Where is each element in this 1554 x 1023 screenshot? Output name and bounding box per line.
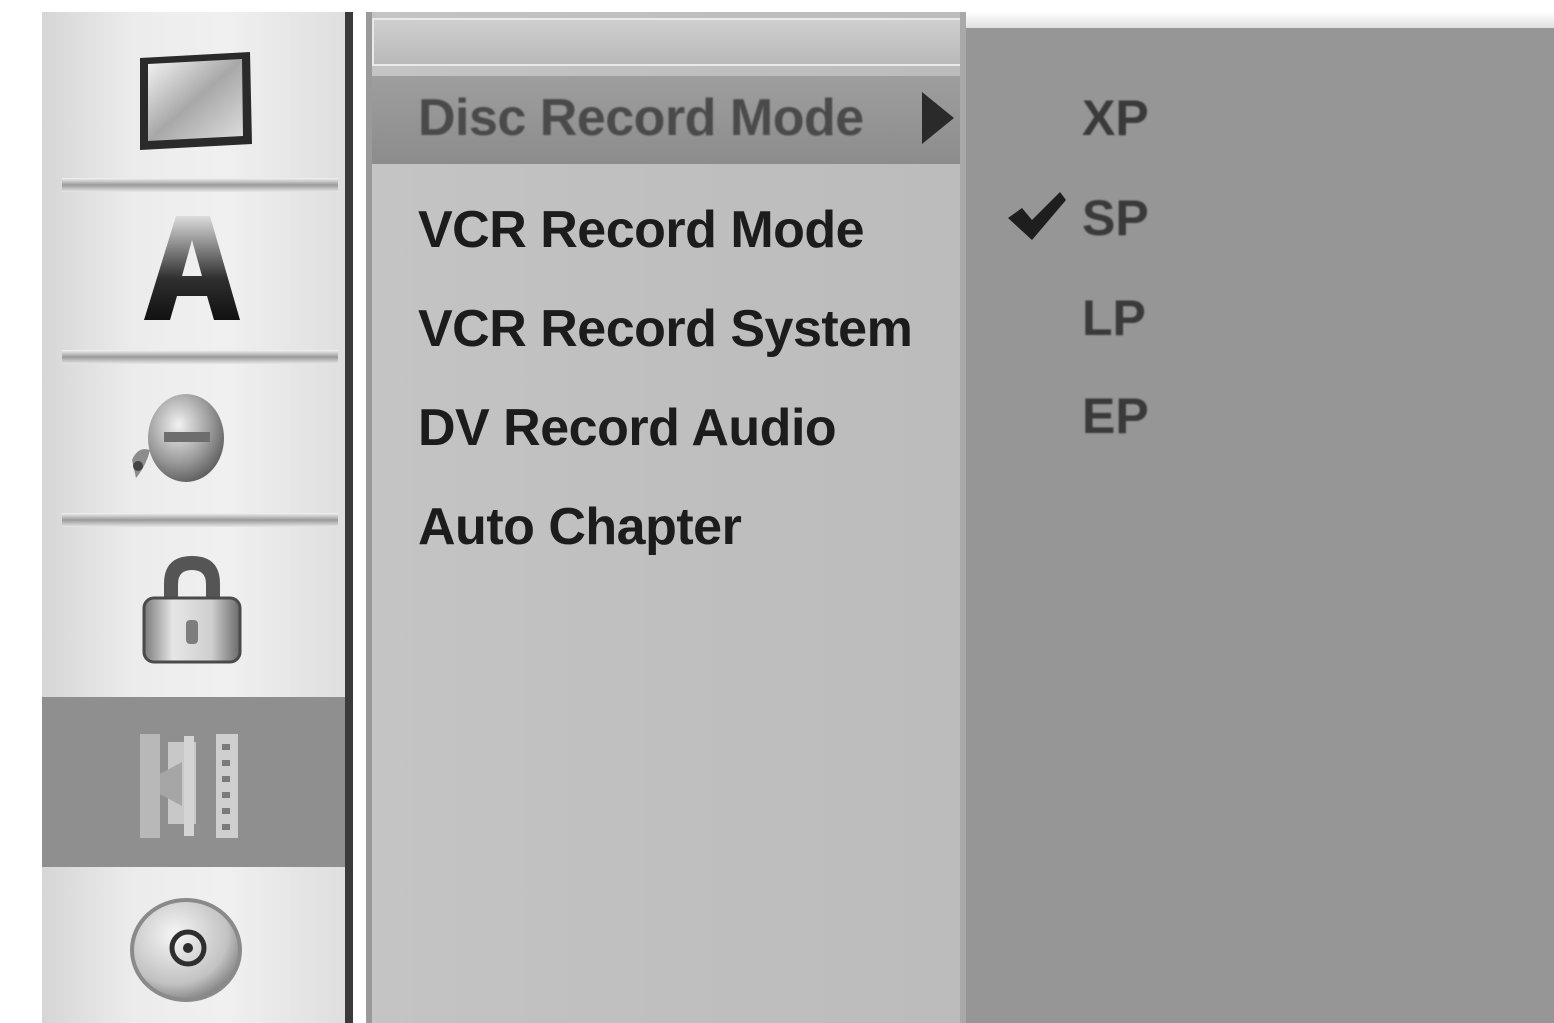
menu-item-vcr-record-system[interactable]: VCR Record System xyxy=(418,299,913,359)
record-mode-options xyxy=(966,28,1554,1023)
category-separator xyxy=(62,513,338,527)
category-separator xyxy=(62,178,338,192)
audio-speaker-icon[interactable] xyxy=(124,390,232,490)
menu-header-bar xyxy=(372,18,962,66)
tv-screen-icon[interactable] xyxy=(132,48,258,156)
option-lp[interactable]: LP xyxy=(1082,288,1146,348)
checkmark-icon xyxy=(1008,192,1066,240)
category-separator xyxy=(62,350,338,364)
setup-menu-screen: Disc Record Mode VCR Record Mode VCR Rec… xyxy=(0,0,1554,1023)
language-a-icon[interactable] xyxy=(140,210,244,328)
menu-item-auto-chapter[interactable]: Auto Chapter xyxy=(418,497,742,557)
option-sp[interactable]: SP xyxy=(1082,188,1149,248)
column-divider xyxy=(345,12,353,1023)
menu-item-dv-record-audio[interactable]: DV Record Audio xyxy=(418,398,837,458)
option-ep[interactable]: EP xyxy=(1082,386,1149,446)
disc-icon[interactable] xyxy=(126,894,244,1010)
menu-item-vcr-record-mode[interactable]: VCR Record Mode xyxy=(418,200,865,260)
submenu-arrow-icon xyxy=(922,92,954,144)
menu-item-disc-record-mode[interactable]: Disc Record Mode xyxy=(418,88,864,148)
film-record-icon[interactable] xyxy=(126,726,246,844)
option-xp[interactable]: XP xyxy=(1082,88,1149,148)
lock-icon[interactable] xyxy=(136,550,248,668)
options-top-strip xyxy=(966,12,1554,28)
